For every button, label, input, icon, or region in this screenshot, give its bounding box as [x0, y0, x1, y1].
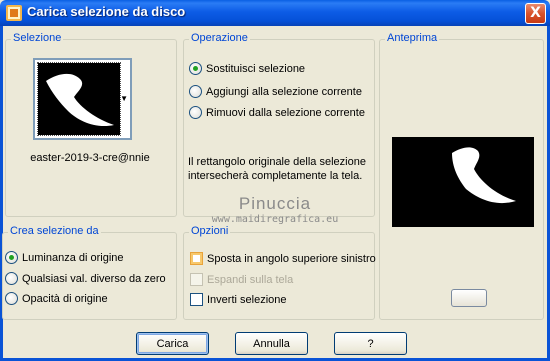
radio-sostituisci[interactable]: Sostituisci selezione — [189, 62, 305, 75]
opzioni-label: Opzioni — [189, 225, 231, 237]
radio-label: Sostituisci selezione — [206, 62, 306, 75]
window-title: Carica selezione da disco — [27, 4, 186, 19]
title-bar: Carica selezione da disco X — [0, 0, 550, 26]
preview-zoom-button[interactable] — [451, 289, 487, 307]
check-sposta[interactable]: Sposta in angolo superiore sinistro — [190, 252, 376, 265]
checkbox-label: Inverti selezione — [207, 293, 287, 306]
radio-rimuovi[interactable]: Rimuovi dalla selezione corrente — [189, 106, 365, 119]
radio-button[interactable] — [189, 62, 202, 75]
radio-label: Qualsiasi val. diverso da zero — [22, 272, 166, 285]
carica-button[interactable]: Carica — [136, 332, 209, 355]
anteprima-label: Anteprima — [385, 32, 440, 44]
checkbox — [190, 273, 203, 286]
checkbox-label: Espandi sulla tela — [207, 273, 294, 286]
watermark-url: www.maidiregrafica.eu — [211, 214, 339, 225]
radio-button[interactable] — [5, 272, 18, 285]
checkbox[interactable] — [190, 293, 203, 306]
radio-button[interactable] — [5, 292, 18, 305]
radio-label: Opacità di origine — [22, 292, 108, 305]
radio-button[interactable] — [189, 85, 202, 98]
help-button[interactable]: ? — [334, 332, 407, 355]
radio-button[interactable] — [5, 251, 18, 264]
checkbox[interactable] — [190, 252, 203, 265]
crea-label: Crea selezione da — [8, 225, 101, 237]
selection-thumbnail-picker[interactable]: ▼ — [33, 58, 132, 140]
radio-aggiungi[interactable]: Aggiungi alla selezione corrente — [189, 85, 362, 98]
selection-file-name: easter-2019-3-cre@nnie — [30, 152, 150, 164]
selection-thumbnail — [37, 62, 121, 136]
radio-opacita[interactable]: Opacità di origine — [5, 292, 108, 305]
close-button[interactable]: X — [525, 3, 546, 24]
radio-luminanza[interactable]: Luminanza di origine — [5, 251, 124, 264]
operazione-label: Operazione — [189, 32, 250, 44]
dropdown-arrow-icon: ▼ — [120, 94, 128, 103]
selezione-label: Selezione — [11, 32, 64, 44]
radio-qualsiasi[interactable]: Qualsiasi val. diverso da zero — [5, 272, 166, 285]
app-icon — [6, 5, 22, 21]
close-icon: X — [530, 5, 541, 21]
annulla-button[interactable]: Annulla — [235, 332, 308, 355]
radio-label: Luminanza di origine — [22, 251, 124, 264]
operazione-note: Il rettangolo originale della selezione … — [188, 156, 366, 182]
radio-button[interactable] — [189, 106, 202, 119]
watermark-name: Pinuccia — [238, 194, 312, 213]
radio-label: Aggiungi alla selezione corrente — [206, 85, 362, 98]
check-inverti[interactable]: Inverti selezione — [190, 293, 287, 306]
checkbox-label: Sposta in angolo superiore sinistro — [207, 252, 376, 265]
check-espandi: Espandi sulla tela — [190, 273, 293, 286]
radio-label: Rimuovi dalla selezione corrente — [206, 106, 365, 119]
